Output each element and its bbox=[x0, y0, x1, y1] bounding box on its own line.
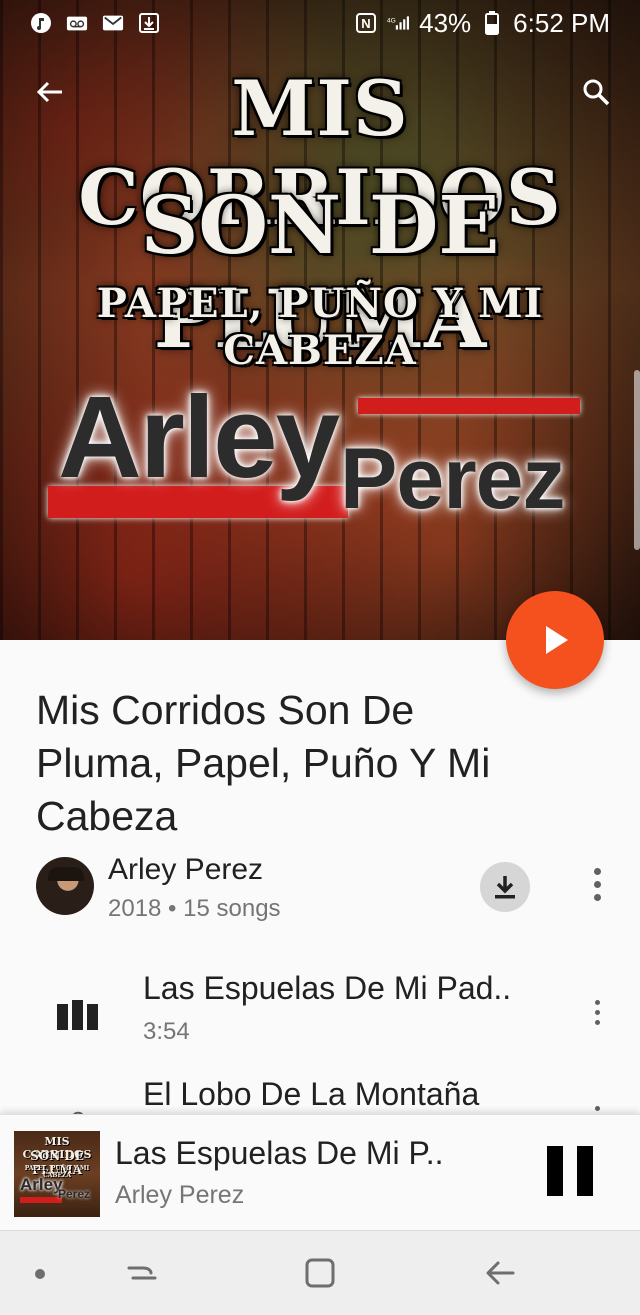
scrollbar[interactable] bbox=[634, 370, 640, 550]
status-bar: N 4G 43% 6:52 PM bbox=[0, 0, 640, 46]
mini-player-title: Las Espuelas De Mi P.. bbox=[115, 1135, 444, 1171]
track-duration: 3:54 bbox=[143, 1018, 190, 1045]
recent-apps-button[interactable] bbox=[120, 1253, 164, 1293]
meta-separator: • bbox=[161, 895, 184, 922]
album-title: Mis Corridos Son De Pluma, Papel, Puño Y… bbox=[36, 687, 491, 839]
dot bbox=[594, 1010, 600, 1015]
search-button[interactable] bbox=[574, 70, 618, 114]
cover-artist-logo: Arley Perez bbox=[40, 370, 600, 530]
recent-apps-icon bbox=[127, 1266, 157, 1280]
cover-artist-first: Arley bbox=[58, 372, 340, 502]
search-icon bbox=[583, 79, 610, 106]
home-button[interactable] bbox=[298, 1253, 342, 1293]
mini-art-red-bar bbox=[20, 1197, 62, 1203]
pause-icon-bar bbox=[547, 1146, 563, 1196]
nfc-icon: N bbox=[355, 12, 377, 34]
app-icon bbox=[30, 12, 52, 34]
artist-name[interactable]: Arley Perez bbox=[108, 853, 263, 887]
cover-title-line-3: PAPEL, PUÑO Y MI CABEZA bbox=[96, 280, 544, 374]
nav-dot-icon[interactable] bbox=[35, 1269, 45, 1279]
system-navigation-bar bbox=[0, 1230, 640, 1315]
album-cover-art: MIS CORRIDOS SON DE PLUMA PAPEL, PUÑO Y … bbox=[0, 0, 640, 640]
svg-text:4G: 4G bbox=[387, 17, 396, 24]
dot bbox=[594, 1020, 600, 1025]
now-playing-equalizer-icon bbox=[57, 1000, 98, 1030]
back-button[interactable] bbox=[28, 70, 72, 114]
download-icon bbox=[138, 12, 160, 34]
download-icon bbox=[495, 876, 515, 899]
home-icon bbox=[305, 1258, 335, 1288]
arrow-back-icon bbox=[36, 81, 62, 103]
play-icon bbox=[546, 626, 568, 654]
mini-player[interactable]: MIS CORRIDOS SON DE PLUMA PAPEL, PUÑO Y … bbox=[0, 1114, 640, 1230]
dot bbox=[593, 868, 601, 875]
artist-avatar[interactable] bbox=[36, 857, 94, 915]
back-nav-icon bbox=[486, 1261, 515, 1285]
mini-art-artist-last: Perez bbox=[58, 1187, 91, 1201]
gmail-icon bbox=[102, 12, 124, 34]
album-song-count: 15 songs bbox=[183, 895, 281, 922]
track-title: El Lobo De La Montaña bbox=[143, 1076, 480, 1112]
track-title: Las Espuelas De Mi Pad.. bbox=[143, 970, 512, 1006]
signal-icon: 4G bbox=[387, 12, 410, 34]
dot bbox=[594, 1000, 600, 1005]
mini-art-artist-first: Arley bbox=[20, 1175, 63, 1194]
clock: 6:52 PM bbox=[513, 7, 610, 38]
voicemail-icon bbox=[66, 12, 88, 34]
album-meta: 2018 • 15 songs bbox=[108, 895, 281, 923]
play-button[interactable] bbox=[506, 591, 604, 689]
battery-icon bbox=[481, 11, 503, 35]
album-more-options-button[interactable] bbox=[587, 868, 607, 901]
cover-artist-last: Perez bbox=[340, 431, 565, 527]
track-row[interactable]: Las Espuelas De Mi Pad.. 3:54 bbox=[0, 970, 640, 1074]
dot bbox=[593, 881, 601, 888]
download-button[interactable] bbox=[480, 862, 530, 912]
back-nav-button[interactable] bbox=[478, 1253, 522, 1293]
dot bbox=[593, 894, 601, 901]
track-more-options-button[interactable] bbox=[587, 1000, 607, 1025]
album-year: 2018 bbox=[108, 895, 162, 922]
dot bbox=[594, 1106, 600, 1111]
pause-button[interactable] bbox=[540, 1141, 600, 1201]
mini-player-album-art: MIS CORRIDOS SON DE PLUMA PAPEL, PUÑO Y … bbox=[14, 1131, 100, 1217]
battery-percent: 43% bbox=[419, 7, 472, 38]
mini-player-artist: Arley Perez bbox=[115, 1181, 245, 1209]
cover-red-bar bbox=[358, 398, 580, 414]
pause-icon-bar bbox=[577, 1146, 593, 1196]
svg-text:N: N bbox=[361, 16, 370, 31]
